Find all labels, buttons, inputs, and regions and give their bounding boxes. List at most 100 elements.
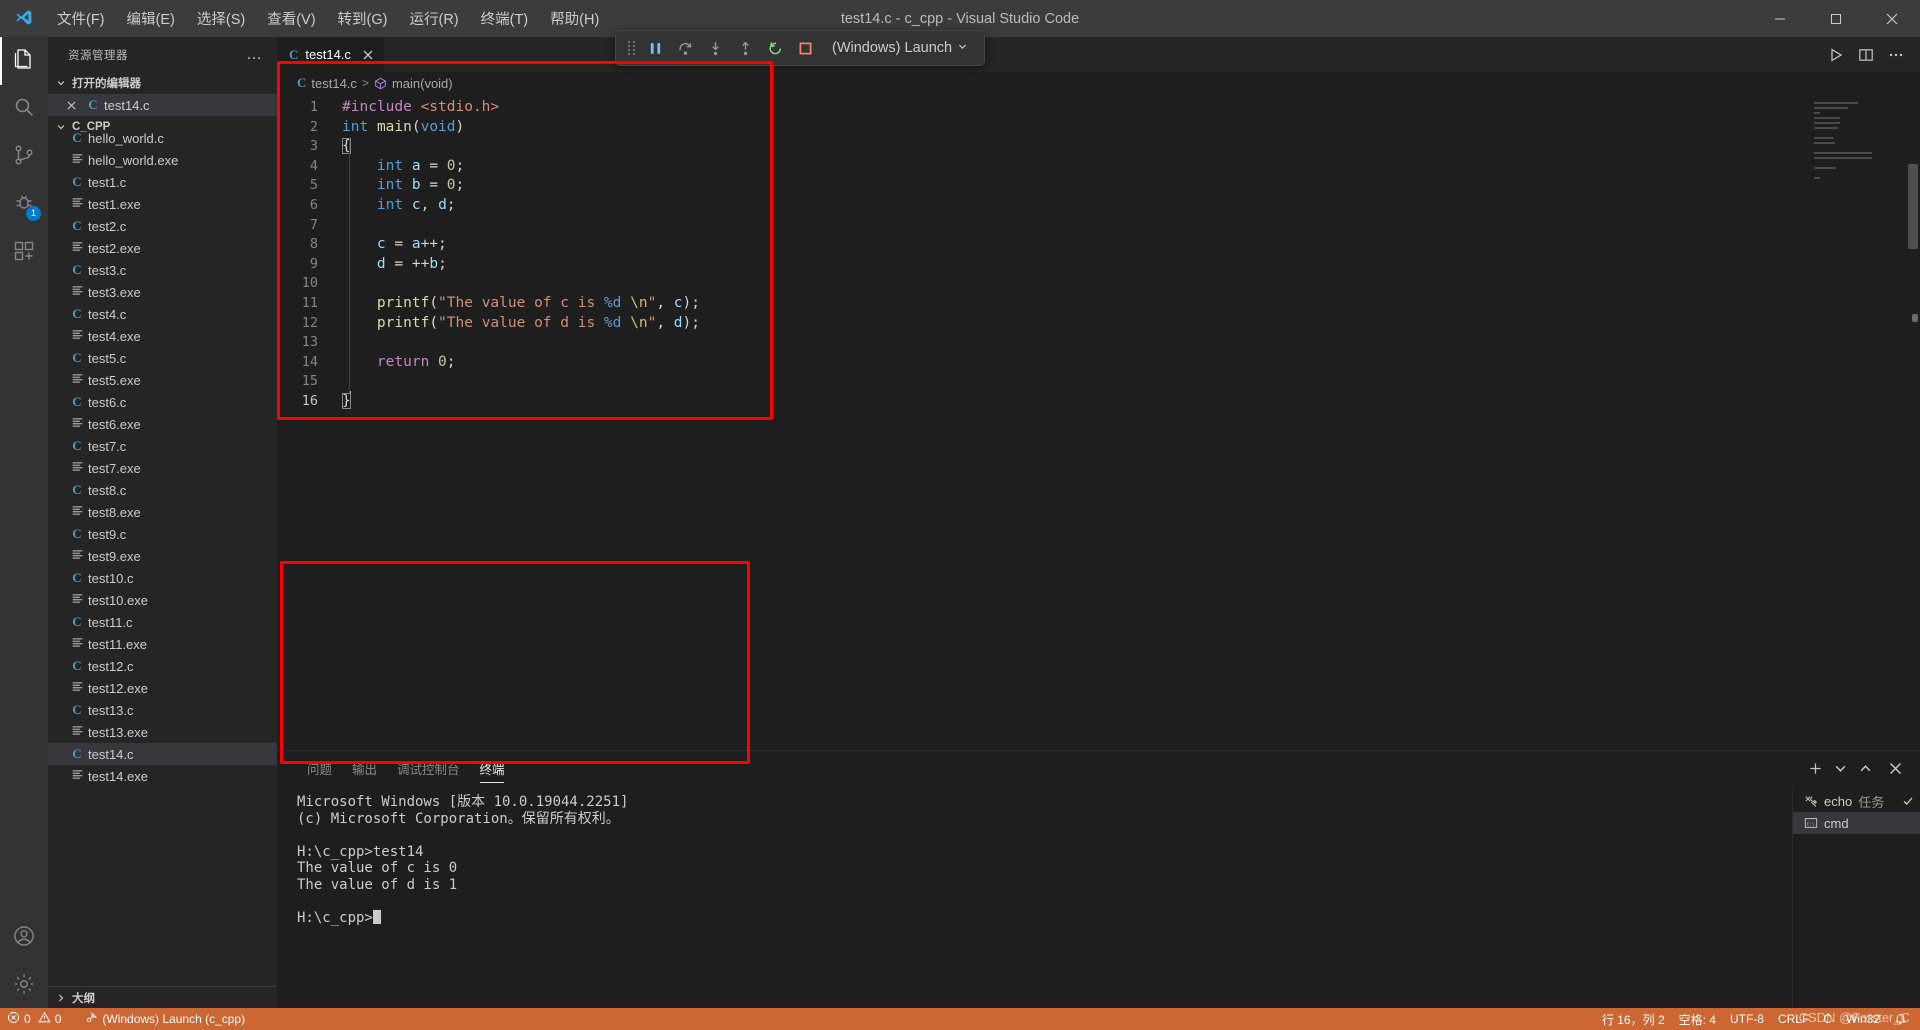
- file-tree-item[interactable]: test4.exe: [48, 325, 277, 347]
- code-line[interactable]: 8 c = a++;: [277, 235, 1812, 255]
- code-line[interactable]: 7: [277, 216, 1812, 236]
- breadcrumb-file[interactable]: test14.c: [311, 76, 357, 91]
- status-cursor-position[interactable]: 行 16，列 2: [1595, 1008, 1672, 1030]
- code-scroll-area[interactable]: 1 #include <stdio.h> 2 int main(void) 3{4 in…: [277, 94, 1812, 750]
- status-platform[interactable]: Win32: [1839, 1008, 1887, 1030]
- file-tree-item[interactable]: Ctest6.c: [48, 391, 277, 413]
- sidebar-item-extensions[interactable]: [0, 229, 48, 277]
- menu-view[interactable]: 查看(V): [256, 0, 326, 37]
- file-tree-item[interactable]: Ctest8.c: [48, 479, 277, 501]
- terminal-tab-echo[interactable]: echo 任务: [1793, 790, 1920, 812]
- menu-file[interactable]: 文件(F): [46, 0, 116, 37]
- minimap[interactable]: [1812, 94, 1920, 750]
- pause-icon[interactable]: [640, 34, 670, 62]
- account-icon[interactable]: [0, 912, 48, 960]
- status-indentation[interactable]: 空格: 4: [1672, 1008, 1723, 1030]
- code-line[interactable]: 10: [277, 274, 1812, 294]
- status-language-mode[interactable]: C: [1816, 1008, 1839, 1030]
- more-actions-icon[interactable]: [1882, 41, 1910, 69]
- file-tree-item[interactable]: Chello_world.c: [48, 127, 277, 149]
- file-tree-item[interactable]: test11.exe: [48, 633, 277, 655]
- file-tree-item[interactable]: test9.exe: [48, 545, 277, 567]
- code-line[interactable]: 4 int a = 0;: [277, 157, 1812, 177]
- stop-icon[interactable]: [790, 34, 820, 62]
- file-tree-item[interactable]: test7.exe: [48, 457, 277, 479]
- menu-edit[interactable]: 编辑(E): [116, 0, 186, 37]
- menu-run[interactable]: 运行(R): [398, 0, 469, 37]
- menu-go[interactable]: 转到(G): [327, 0, 399, 37]
- file-tree-item[interactable]: test3.exe: [48, 281, 277, 303]
- code-line[interactable]: 14 return 0;: [277, 353, 1812, 373]
- close-panel-icon[interactable]: [1882, 756, 1908, 782]
- sidebar-item-explorer[interactable]: [0, 37, 48, 85]
- code-line[interactable]: 5 int b = 0;: [277, 176, 1812, 196]
- file-tree-item[interactable]: Ctest14.c: [48, 743, 277, 765]
- code-editor[interactable]: 1 #include <stdio.h> 2 int main(void) 3{4 in…: [277, 94, 1920, 750]
- close-icon[interactable]: [60, 100, 82, 111]
- file-tree-item[interactable]: test14.exe: [48, 765, 277, 787]
- file-tree-item[interactable]: Ctest9.c: [48, 523, 277, 545]
- file-tree-item[interactable]: Ctest2.c: [48, 215, 277, 237]
- debug-toolbar[interactable]: (Windows) Launch: [615, 30, 986, 66]
- tab-problems[interactable]: 问题: [297, 751, 342, 786]
- step-into-icon[interactable]: [700, 34, 730, 62]
- menu-terminal[interactable]: 终端(T): [470, 0, 540, 37]
- code-line[interactable]: 9 d = ++b;: [277, 255, 1812, 275]
- code-line[interactable]: 15: [277, 372, 1812, 392]
- tab-terminal[interactable]: 终端: [470, 751, 515, 786]
- menu-selection[interactable]: 选择(S): [186, 0, 256, 37]
- close-icon[interactable]: [1864, 0, 1920, 37]
- breadcrumb[interactable]: C test14.c > main(void): [277, 72, 1920, 94]
- file-tree-item[interactable]: hello_world.exe: [48, 149, 277, 171]
- sidebar-item-run-and-debug[interactable]: 1: [0, 181, 48, 229]
- minimize-icon[interactable]: [1752, 0, 1808, 37]
- code-line[interactable]: 11 printf("The value of c is %d \n", c);: [277, 294, 1812, 314]
- status-debug-session[interactable]: (Windows) Launch (c_cpp): [78, 1008, 252, 1030]
- open-editor-item[interactable]: C test14.c: [48, 94, 277, 116]
- file-tree-item[interactable]: test10.exe: [48, 589, 277, 611]
- file-tree-item[interactable]: test12.exe: [48, 677, 277, 699]
- code-content[interactable]: 1 #include <stdio.h> 2 int main(void) 3{4 in…: [277, 94, 1812, 412]
- file-tree-item[interactable]: Ctest11.c: [48, 611, 277, 633]
- file-tree-item[interactable]: Ctest12.c: [48, 655, 277, 677]
- tab-debug-console[interactable]: 调试控制台: [387, 751, 470, 786]
- file-tree-item[interactable]: test5.exe: [48, 369, 277, 391]
- step-over-icon[interactable]: [670, 34, 700, 62]
- step-out-icon[interactable]: [730, 34, 760, 62]
- code-line[interactable]: 3{: [277, 137, 1812, 157]
- restart-icon[interactable]: [760, 34, 790, 62]
- bell-icon[interactable]: [1887, 1008, 1914, 1030]
- code-line[interactable]: 1 #include <stdio.h>: [277, 98, 1812, 118]
- file-tree[interactable]: Chello_world.c hello_world.exe Ctest1.c tes…: [48, 127, 277, 986]
- file-tree-item[interactable]: test2.exe: [48, 237, 277, 259]
- gear-icon[interactable]: [0, 960, 48, 1008]
- file-tree-item[interactable]: Ctest5.c: [48, 347, 277, 369]
- file-tree-item[interactable]: Ctest1.c: [48, 171, 277, 193]
- file-tree-item[interactable]: Ctest4.c: [48, 303, 277, 325]
- terminal-tab-cmd[interactable]: C:\ cmd: [1793, 812, 1920, 834]
- file-tree-item[interactable]: Ctest3.c: [48, 259, 277, 281]
- outline-section-header[interactable]: 大纲: [48, 986, 277, 1008]
- file-tree-item[interactable]: test6.exe: [48, 413, 277, 435]
- split-editor-icon[interactable]: [1852, 41, 1880, 69]
- menu-help[interactable]: 帮助(H): [539, 0, 610, 37]
- open-editors-section-header[interactable]: 打开的编辑器: [48, 72, 277, 94]
- code-line[interactable]: 13: [277, 333, 1812, 353]
- sidebar-item-search[interactable]: [0, 85, 48, 133]
- file-tree-item[interactable]: Ctest10.c: [48, 567, 277, 589]
- editor-scrollbar[interactable]: [1908, 164, 1918, 249]
- code-line[interactable]: 2 int main(void): [277, 118, 1812, 138]
- status-encoding[interactable]: UTF-8: [1723, 1008, 1771, 1030]
- maximize-icon[interactable]: [1808, 0, 1864, 37]
- status-problems[interactable]: 0 0: [0, 1008, 68, 1030]
- sidebar-item-source-control[interactable]: [0, 133, 48, 181]
- terminal-output[interactable]: Microsoft Windows [版本 10.0.19044.2251] (c…: [277, 786, 1792, 1008]
- debug-config-selector[interactable]: (Windows) Launch: [820, 34, 976, 62]
- new-terminal-icon[interactable]: [1802, 756, 1828, 782]
- file-tree-item[interactable]: Ctest13.c: [48, 699, 277, 721]
- menu-bar[interactable]: 文件(F) 编辑(E) 选择(S) 查看(V) 转到(G) 运行(R) 终端(T…: [46, 0, 610, 37]
- drag-handle-icon[interactable]: [624, 41, 640, 55]
- run-icon[interactable]: [1822, 41, 1850, 69]
- code-line[interactable]: 16}: [277, 391, 1812, 412]
- code-line[interactable]: 12 printf("The value of d is %d \n", d);: [277, 314, 1812, 334]
